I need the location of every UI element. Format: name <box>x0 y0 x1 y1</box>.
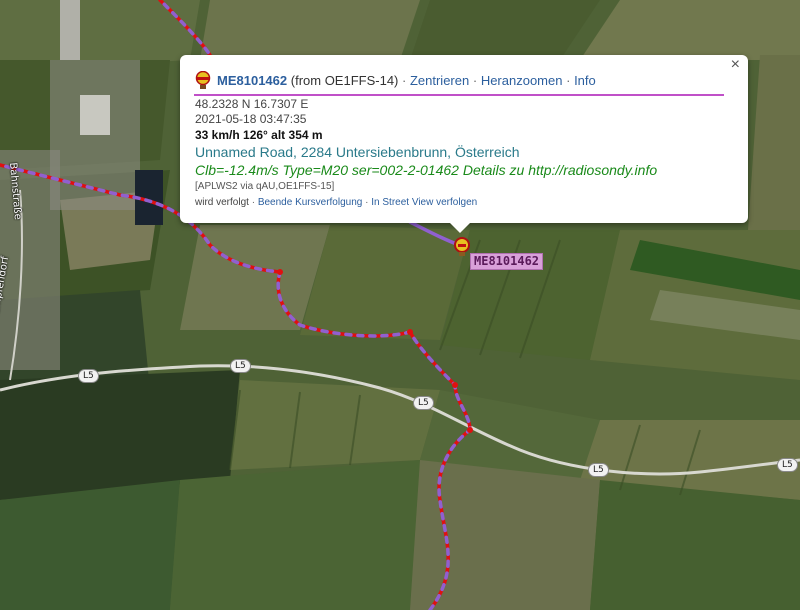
callsign[interactable]: ME8101462 <box>217 73 287 88</box>
from-text: (from OE1FFS-14) <box>290 73 399 88</box>
timestamp: 2021-05-18 03:47:35 <box>195 112 307 126</box>
info-popup: × ME8101462 (from OE1FFS-14) · Zentriere… <box>180 55 748 233</box>
center-link[interactable]: Zentrieren <box>410 73 469 88</box>
address: Unnamed Road, 2284 Untersiebenbrunn, Öst… <box>195 144 520 160</box>
popup-header: ME8101462 (from OE1FFS-14) · Zentrieren … <box>195 70 596 89</box>
zoom-in-link[interactable]: Heranzoomen <box>481 73 563 88</box>
stop-tracking-link[interactable]: Beende Kursverfolgung <box>258 197 363 208</box>
coordinates: 48.2328 N 16.7307 E <box>195 97 309 111</box>
tracking-status: wird verfolgt <box>195 197 249 208</box>
comment: Clb=-12.4m/s Type=M20 ser=002-2-01462 De… <box>195 162 658 178</box>
marker-label[interactable]: ME8101462 <box>470 253 544 270</box>
road-label-l5: L5 <box>413 396 434 410</box>
separator: · <box>472 73 478 88</box>
separator: · <box>251 197 256 208</box>
road-label-l5: L5 <box>230 359 251 373</box>
tracking-row: wird verfolgt · Beende Kursverfolgung · … <box>195 197 477 208</box>
info-link[interactable]: Info <box>574 73 596 88</box>
separator: · <box>566 73 571 88</box>
digipeater-path: [APLWS2 via qAU,OE1FFS-15] <box>195 181 335 192</box>
road-label-l5-edge: L5 <box>777 458 798 472</box>
separator: · <box>402 73 407 88</box>
header-divider <box>194 94 724 96</box>
speed-course-altitude: 33 km/h 126° alt 354 m <box>195 128 323 142</box>
balloon-icon <box>195 70 211 89</box>
close-icon[interactable]: × <box>731 56 740 74</box>
separator: · <box>365 197 369 208</box>
road-label-l5: L5 <box>588 463 609 477</box>
street-view-link[interactable]: In Street View verfolgen <box>371 197 477 208</box>
road-label-l5: L5 <box>78 369 99 383</box>
